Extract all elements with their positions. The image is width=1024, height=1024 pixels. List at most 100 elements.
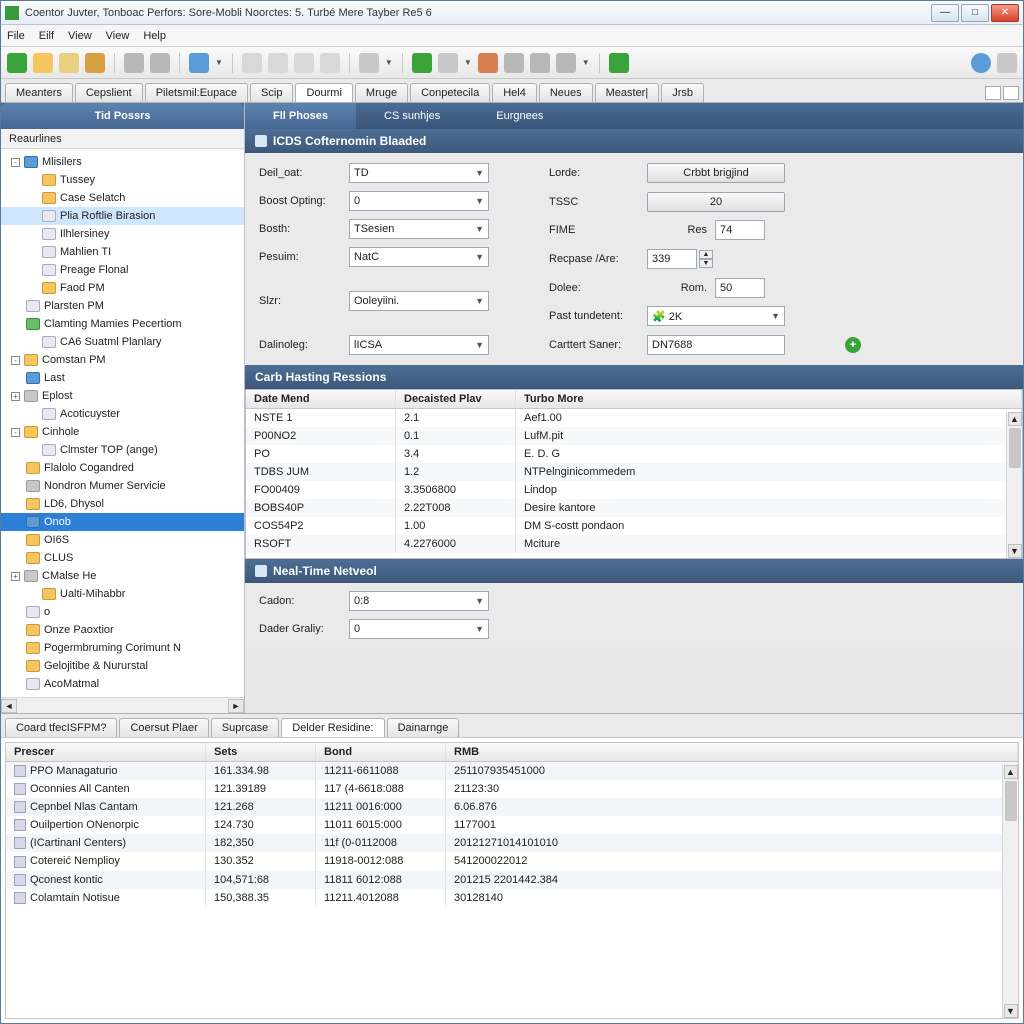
main-tab[interactable]: Conpetecila: [410, 83, 490, 102]
lcol-rmb[interactable]: RMB: [446, 743, 1018, 761]
link-icon[interactable]: [556, 53, 576, 73]
grid-vscrollbar[interactable]: ▲ ▼: [1006, 412, 1022, 558]
tree-item[interactable]: OI6S: [1, 531, 244, 549]
tab-action2[interactable]: [1003, 86, 1019, 100]
scroll-up-icon[interactable]: ▲: [1004, 765, 1018, 779]
tree-item[interactable]: -Comstan PM: [1, 351, 244, 369]
edit-icon[interactable]: [504, 53, 524, 73]
lcol-sets[interactable]: Sets: [206, 743, 316, 761]
tree-item[interactable]: CLUS: [1, 549, 244, 567]
table-row[interactable]: RSOFT4.2276000Mciture: [246, 535, 1022, 553]
scroll-down-icon[interactable]: ▼: [1008, 544, 1022, 558]
lower-tab[interactable]: Delder Residine:: [281, 718, 384, 737]
main-tab[interactable]: Neues: [539, 83, 593, 102]
plugin-icon[interactable]: [609, 53, 629, 73]
lorde-button[interactable]: Crbbt brigjind: [647, 163, 785, 183]
dader-combo[interactable]: 0▼: [349, 619, 489, 639]
globe-icon[interactable]: [189, 53, 209, 73]
table-row[interactable]: Qconest kontic104,571:6811811 6012:08820…: [6, 871, 1018, 889]
table-row[interactable]: FO004093.3506800Lindop: [246, 481, 1022, 499]
tree-item[interactable]: Clmster TOP (ange): [1, 441, 244, 459]
tree-expander-icon[interactable]: -: [11, 428, 20, 437]
main-tab[interactable]: Jrsb: [661, 83, 704, 102]
tree-item[interactable]: Preage Flonal: [1, 261, 244, 279]
menu-file[interactable]: File: [7, 30, 25, 42]
tree-item[interactable]: Faod PM: [1, 279, 244, 297]
table-row[interactable]: BOBS40P2.22T008Desire kantore: [246, 499, 1022, 517]
tree-item[interactable]: Clamting Mamies Pecertiom: [1, 315, 244, 333]
tree-expander-icon[interactable]: -: [11, 158, 20, 167]
close-button[interactable]: ✕: [991, 4, 1019, 22]
main-tab[interactable]: Measter|: [595, 83, 660, 102]
minimize-button[interactable]: —: [931, 4, 959, 22]
menu-help[interactable]: Help: [143, 30, 166, 42]
table-row[interactable]: COS54P21.00DM S-costt pondaon: [246, 517, 1022, 535]
tree-item[interactable]: Mahlien TI: [1, 243, 244, 261]
deil-combo[interactable]: TD▼: [349, 163, 489, 183]
table-row[interactable]: TDBS JUM1.2NTPelnginicommedem: [246, 463, 1022, 481]
spin-up-icon[interactable]: ▲: [699, 250, 713, 259]
tree-item[interactable]: Gelojitibe & Nururstal: [1, 657, 244, 675]
tree-item[interactable]: -Cinhole: [1, 423, 244, 441]
main-tab[interactable]: Piletsmil:Eupace: [145, 83, 248, 102]
tree-item[interactable]: Ilhlersiney: [1, 225, 244, 243]
doc-icon[interactable]: [242, 53, 262, 73]
lower-tab[interactable]: Coersut Plaer: [119, 718, 208, 737]
lcol-prescer[interactable]: Prescer: [6, 743, 206, 761]
lower-grid[interactable]: Prescer Sets Bond RMB PPO Managaturio161…: [5, 742, 1019, 1019]
left-tab-active[interactable]: Tid Possrs: [1, 103, 244, 129]
maximize-button[interactable]: □: [961, 4, 989, 22]
table-row[interactable]: Colamtain Notisue150,388.3511211.4012088…: [6, 889, 1018, 907]
right-tab[interactable]: Eurgnees: [468, 103, 571, 129]
scroll-left-icon[interactable]: ◄: [1, 699, 17, 713]
tree-item[interactable]: Plarsten PM: [1, 297, 244, 315]
col-turbo[interactable]: Turbo More: [516, 390, 1022, 408]
tree-item[interactable]: -Mlisilers: [1, 153, 244, 171]
tree-view[interactable]: -MlisilersTusseyCase SelatchPlia Roftlie…: [1, 149, 244, 697]
spin-down-icon[interactable]: ▼: [699, 259, 713, 268]
tree-item[interactable]: +CMalse He: [1, 567, 244, 585]
right-tab[interactable]: CS sunhjes: [356, 103, 468, 129]
recpase-input[interactable]: 339: [647, 249, 697, 269]
lower-vscrollbar[interactable]: ▲ ▼: [1002, 765, 1018, 1018]
tab-action1[interactable]: [985, 86, 1001, 100]
right-tab[interactable]: Fll Phoses: [245, 103, 356, 129]
window-icon[interactable]: [320, 53, 340, 73]
tssc-value[interactable]: 20: [647, 192, 785, 212]
tree-item[interactable]: AcoMatmal: [1, 675, 244, 693]
tree-item[interactable]: Flalolo Cogandred: [1, 459, 244, 477]
pesuim-combo[interactable]: NatC▼: [349, 247, 489, 267]
tree-item[interactable]: +Eplost: [1, 387, 244, 405]
lower-tab[interactable]: Suprcase: [211, 718, 279, 737]
table-icon[interactable]: [359, 53, 379, 73]
lower-tab[interactable]: Coard tfecISFPM?: [5, 718, 117, 737]
scroll-down-icon[interactable]: ▼: [1004, 1004, 1018, 1018]
table-row[interactable]: Cotereić Nemplioy130.35211918-0012:08854…: [6, 852, 1018, 870]
main-tab[interactable]: Hel4: [492, 83, 537, 102]
table-row[interactable]: NSTE 12.1Aef1.00: [246, 409, 1022, 427]
col-date[interactable]: Date Mend: [246, 390, 396, 408]
open-icon[interactable]: [59, 53, 79, 73]
table-row[interactable]: PO3.4E. D. G: [246, 445, 1022, 463]
fime-input[interactable]: 74: [715, 220, 765, 240]
settings-icon[interactable]: [997, 53, 1017, 73]
docs-icon[interactable]: [268, 53, 288, 73]
dolee-input[interactable]: 50: [715, 278, 765, 298]
main-tab[interactable]: Scip: [250, 83, 293, 102]
tree-item[interactable]: Ualti-Mihabbr: [1, 585, 244, 603]
back-icon[interactable]: [7, 53, 27, 73]
tree-item[interactable]: Onob: [1, 513, 244, 531]
lcol-bond[interactable]: Bond: [316, 743, 446, 761]
tree-item[interactable]: Acoticuyster: [1, 405, 244, 423]
tree-expander-icon[interactable]: +: [11, 572, 20, 581]
lower-tab[interactable]: Dainarnge: [387, 718, 460, 737]
main-tab[interactable]: Mruge: [355, 83, 408, 102]
table-row[interactable]: P00NO20.1LufM.pit: [246, 427, 1022, 445]
dalin-combo[interactable]: lICSA▼: [349, 335, 489, 355]
save-icon[interactable]: [294, 53, 314, 73]
table-row[interactable]: (ICartinanl Centers)182,35011f (0-011200…: [6, 834, 1018, 852]
tree-item[interactable]: Case Selatch: [1, 189, 244, 207]
wrench-icon[interactable]: [530, 53, 550, 73]
boost-combo[interactable]: 0▼: [349, 191, 489, 211]
sessions-grid[interactable]: Date Mend Decaisted Plav Turbo More NSTE…: [245, 389, 1023, 559]
